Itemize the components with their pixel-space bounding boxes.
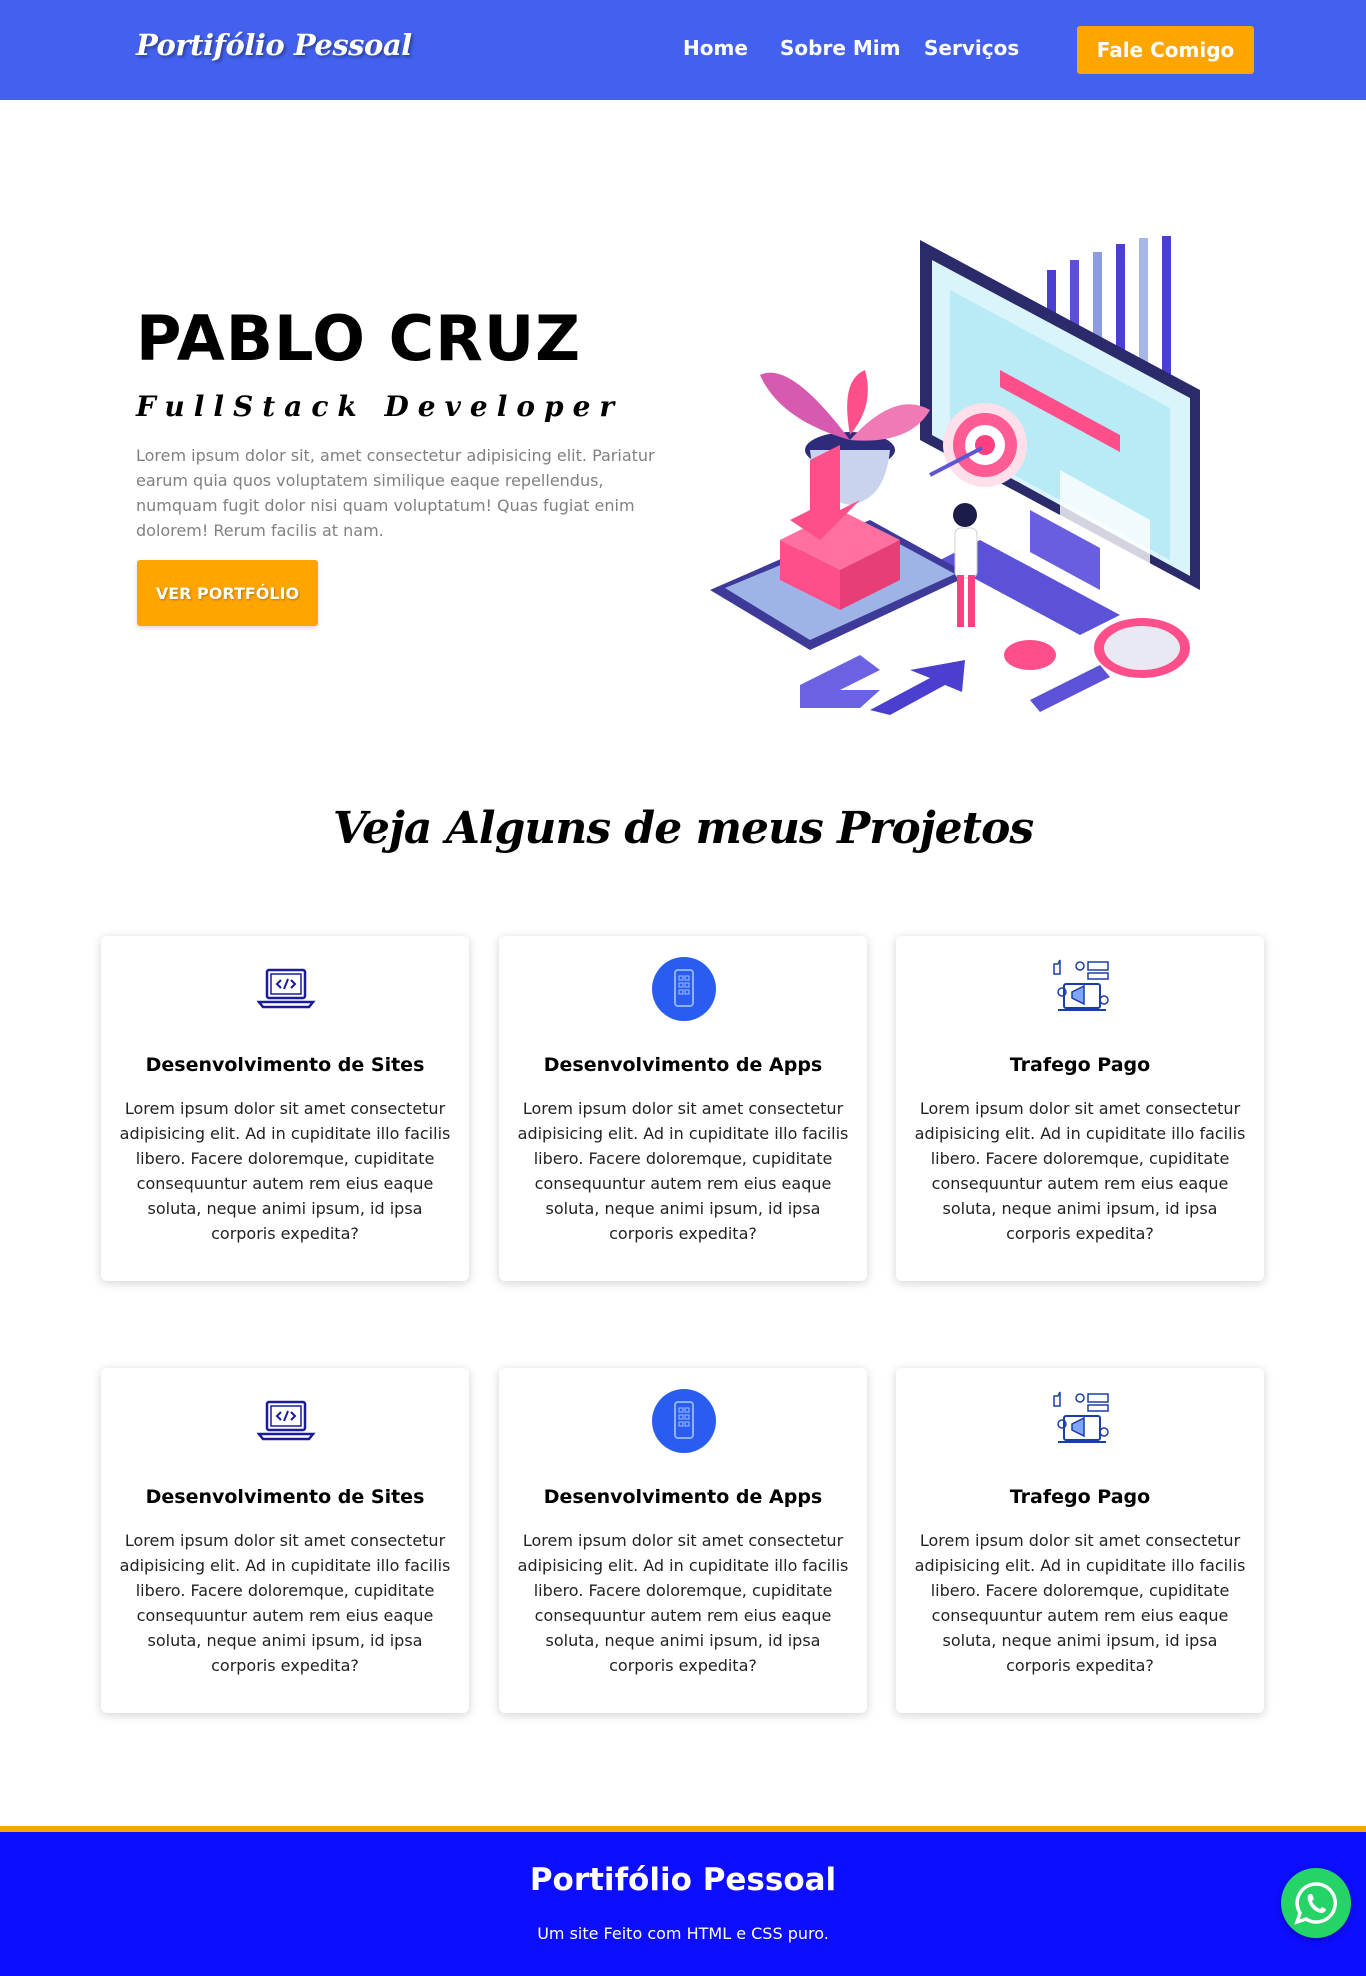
hero-name: PABLO CRUZ <box>136 302 582 375</box>
paid-traffic-icon <box>1053 959 1109 1011</box>
hero-illustration <box>710 236 1200 715</box>
nav-home[interactable]: Home <box>683 36 748 60</box>
paid-traffic-icon <box>1053 1391 1109 1443</box>
project-card: Desenvolvimento de Apps Lorem ipsum dolo… <box>499 1368 867 1713</box>
nav-servicos[interactable]: Serviços <box>924 36 1019 60</box>
card-text: Lorem ipsum dolor sit amet consectetur a… <box>517 1099 849 1243</box>
card-title: Desenvolvimento de Apps <box>543 1054 823 1076</box>
card-text: Lorem ipsum dolor sit amet consectetur a… <box>914 1531 1246 1675</box>
project-card: Desenvolvimento de Apps Lorem ipsum dolo… <box>499 936 867 1281</box>
mobile-app-icon <box>652 957 716 1021</box>
card-title: Desenvolvimento de Apps <box>543 1486 823 1508</box>
footer-title: Portifólio Pessoal <box>529 1862 837 1898</box>
whatsapp-icon <box>1294 1882 1337 1925</box>
card-title: Trafego Pago <box>1009 1486 1151 1508</box>
card-text: Lorem ipsum dolor sit amet consectetur a… <box>119 1099 451 1243</box>
project-card: Desenvolvimento de Sites Lorem ipsum dol… <box>101 936 469 1281</box>
projects-section-title: Veja Alguns de meus Projetos <box>332 803 1034 854</box>
card-title: Desenvolvimento de Sites <box>145 1486 425 1508</box>
mobile-app-icon <box>652 1389 716 1453</box>
ver-portfolio-button[interactable]: VER PORTFÓLIO <box>137 560 318 626</box>
site-footer: Portifólio Pessoal Um site Feito com HTM… <box>0 1826 1366 1976</box>
footer-text: Um site Feito com HTML e CSS puro. <box>537 1924 829 1943</box>
card-text: Lorem ipsum dolor sit amet consectetur a… <box>914 1099 1246 1243</box>
laptop-code-icon <box>256 1400 316 1441</box>
site-logo[interactable]: Portifólio Pessoal <box>136 28 412 62</box>
card-title: Trafego Pago <box>1009 1054 1151 1076</box>
hero-description: Lorem ipsum dolor sit, amet consectetur … <box>136 446 655 540</box>
card-title: Desenvolvimento de Sites <box>145 1054 425 1076</box>
whatsapp-button[interactable] <box>1281 1868 1351 1938</box>
project-card: Desenvolvimento de Sites Lorem ipsum dol… <box>101 1368 469 1713</box>
laptop-code-icon <box>256 968 316 1009</box>
project-card: Trafego Pago Lorem ipsum dolor sit amet … <box>896 1368 1264 1713</box>
card-text: Lorem ipsum dolor sit amet consectetur a… <box>517 1531 849 1675</box>
card-text: Lorem ipsum dolor sit amet consectetur a… <box>119 1531 451 1675</box>
fale-comigo-button[interactable]: Fale Comigo <box>1077 26 1254 74</box>
project-card: Trafego Pago Lorem ipsum dolor sit amet … <box>896 936 1264 1281</box>
hero-role: FullStack Developer <box>136 390 624 423</box>
site-header: Portifólio Pessoal Home Sobre Mim Serviç… <box>0 0 1366 100</box>
nav-sobre-mim[interactable]: Sobre Mim <box>780 36 900 60</box>
